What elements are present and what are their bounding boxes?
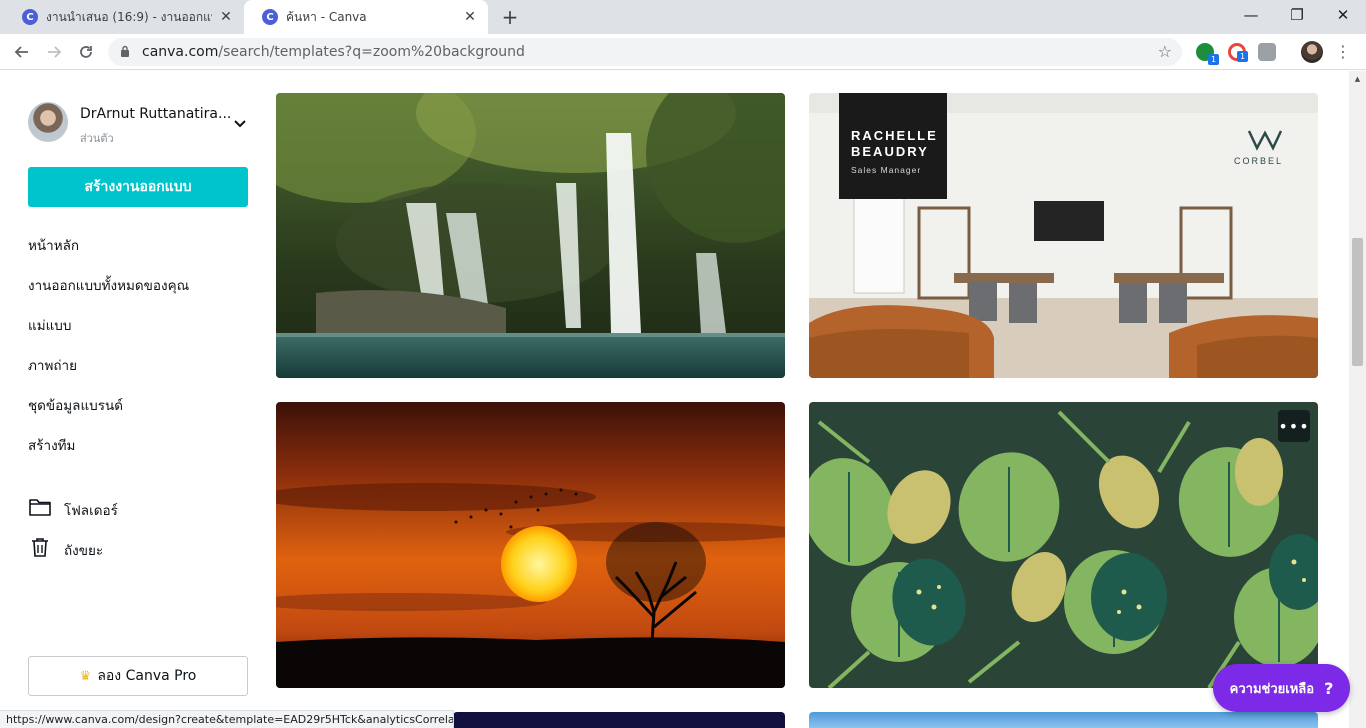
canva-favicon-icon: C xyxy=(262,9,278,25)
scrollbar-thumb[interactable] xyxy=(1352,238,1363,366)
extension-people-icon[interactable] xyxy=(1258,43,1276,61)
try-canva-pro-button[interactable]: ♛ ลอง Canva Pro xyxy=(28,656,248,696)
sidebar-item-folders[interactable]: โฟลเดอร์ xyxy=(64,499,118,521)
template-sunset[interactable] xyxy=(276,402,785,688)
leaves-pattern-image xyxy=(809,402,1318,688)
office-image: RACHELLE BEAUDRY Sales Manager CORBEL xyxy=(809,93,1318,378)
sidebar-item-your-designs[interactable]: งานออกแบบทั้งหมดของคุณ xyxy=(28,274,189,296)
scroll-up-arrow-icon[interactable]: ▲ xyxy=(1353,75,1362,84)
close-tab-icon[interactable]: ✕ xyxy=(218,9,234,25)
template-waterfall[interactable] xyxy=(276,93,785,378)
restore-button[interactable]: ❐ xyxy=(1274,0,1320,30)
account-type: ส่วนตัว xyxy=(80,132,114,145)
forward-arrow-icon[interactable] xyxy=(40,38,68,66)
chevron-down-icon[interactable] xyxy=(230,113,250,133)
close-window-button[interactable]: ✕ xyxy=(1320,0,1366,30)
trash-icon[interactable] xyxy=(28,536,52,558)
extension-red-icon[interactable]: 1 xyxy=(1228,43,1248,62)
help-label: ความช่วยเหลือ xyxy=(1229,681,1315,697)
office-brand: CORBEL xyxy=(1234,156,1283,166)
create-design-button[interactable]: สร้างงานออกแบบ xyxy=(28,167,248,207)
tab-title: งานนำเสนอ (16:9) - งานออกแบบที่ไม่มี xyxy=(46,9,212,24)
crown-icon: ♛ xyxy=(79,668,92,684)
office-title: Sales Manager xyxy=(851,165,921,175)
page-scrollbar[interactable] xyxy=(1349,71,1366,728)
back-arrow-icon[interactable] xyxy=(8,38,36,66)
more-options-button[interactable]: ••• xyxy=(1278,410,1310,442)
sidebar-item-create-team[interactable]: สร้างทีม xyxy=(28,434,75,456)
tab-title: ค้นหา - Canva xyxy=(286,9,367,24)
reload-icon[interactable] xyxy=(72,38,100,66)
help-button[interactable]: ความช่วยเหลือ ? xyxy=(1213,664,1350,712)
link-status-bar: https://www.canva.com/design?create&temp… xyxy=(0,710,454,728)
tab-strip: C งานนำเสนอ (16:9) - งานออกแบบที่ไม่มี ✕… xyxy=(0,0,1366,34)
pro-button-label: ลอง Canva Pro xyxy=(97,668,197,684)
extension-green-icon[interactable]: 1 xyxy=(1196,43,1219,65)
new-tab-button[interactable]: + xyxy=(498,5,522,29)
canva-favicon-icon: C xyxy=(22,9,38,25)
tab-presentation[interactable]: C งานนำเสนอ (16:9) - งานออกแบบที่ไม่มี ✕ xyxy=(4,0,244,34)
url-text: canva.com/search/templates?q=zoom%20back… xyxy=(142,44,525,60)
template-office-background[interactable]: RACHELLE BEAUDRY Sales Manager CORBEL xyxy=(809,93,1318,378)
waterfall-image xyxy=(276,93,785,378)
folder-icon[interactable] xyxy=(28,496,52,518)
office-name-line2: BEAUDRY xyxy=(851,144,929,159)
sidebar-item-trash[interactable]: ถังขยะ xyxy=(64,539,103,561)
office-name-line1: RACHELLE xyxy=(851,128,938,143)
user-avatar[interactable] xyxy=(28,102,68,142)
browser-toolbar: canva.com/search/templates?q=zoom%20back… xyxy=(0,34,1366,70)
lock-icon xyxy=(120,45,134,60)
sidebar-item-home[interactable]: หน้าหลัก xyxy=(28,234,79,256)
sidebar: DrArnut Ruttanatira... ส่วนตัว สร้างงานอ… xyxy=(0,71,268,728)
minimize-button[interactable]: — xyxy=(1228,0,1274,30)
address-bar[interactable]: canva.com/search/templates?q=zoom%20back… xyxy=(108,38,1182,66)
tab-search-canva[interactable]: C ค้นหา - Canva ✕ xyxy=(244,0,488,34)
profile-avatar[interactable] xyxy=(1301,41,1323,63)
sidebar-item-brand-kit[interactable]: ชุดข้อมูลแบรนด์ xyxy=(28,394,123,416)
close-tab-icon[interactable]: ✕ xyxy=(462,9,478,25)
bookmark-star-icon[interactable]: ☆ xyxy=(1158,42,1172,61)
sidebar-item-photos[interactable]: ภาพถ่าย xyxy=(28,354,77,376)
template-next-row-right[interactable] xyxy=(809,712,1318,728)
user-name[interactable]: DrArnut Ruttanatira... xyxy=(80,106,231,122)
template-tropical-leaves[interactable] xyxy=(809,402,1318,688)
chrome-menu-icon[interactable]: ⋮ xyxy=(1335,42,1351,62)
sidebar-item-templates[interactable]: แม่แบบ xyxy=(28,314,71,336)
template-next-row-left[interactable] xyxy=(453,712,785,728)
sunset-image xyxy=(276,402,785,688)
question-icon: ? xyxy=(1324,678,1334,698)
